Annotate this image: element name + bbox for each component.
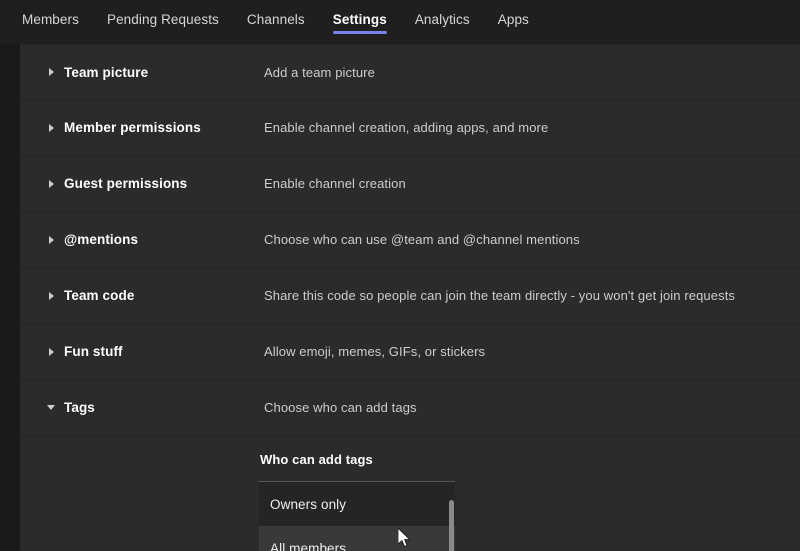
tab-label: Analytics — [414, 12, 470, 27]
tab-apps[interactable]: Apps — [498, 12, 543, 36]
settings-row-member-permissions[interactable]: Member permissions Enable channel creati… — [20, 100, 800, 156]
tab-label: Settings — [332, 12, 387, 27]
tab-channels[interactable]: Channels — [247, 12, 319, 36]
who-can-add-tags-dropdown[interactable]: Owners only All members — [259, 481, 455, 551]
who-can-add-tags-label: Who can add tags — [260, 452, 373, 467]
chevron-right-icon — [38, 179, 64, 188]
settings-row-team-picture[interactable]: Team picture Add a team picture — [20, 44, 800, 100]
chevron-right-icon — [38, 347, 64, 356]
chevron-right-icon — [38, 68, 64, 76]
settings-row-mentions[interactable]: @mentions Choose who can use @team and @… — [20, 212, 800, 268]
settings-panel: Team picture Add a team picture Member p… — [20, 44, 800, 551]
tab-label: Apps — [497, 12, 529, 27]
settings-row-title: Team code — [64, 288, 135, 303]
settings-row-fun-stuff[interactable]: Fun stuff Allow emoji, memes, GIFs, or s… — [20, 324, 800, 380]
tab-analytics[interactable]: Analytics — [415, 12, 484, 36]
settings-row-title: Fun stuff — [64, 344, 123, 359]
tab-settings[interactable]: Settings — [332, 12, 401, 36]
settings-row-team-code[interactable]: Team code Share this code so people can … — [20, 268, 800, 324]
dropdown-option-label: Owners only — [270, 496, 347, 512]
chevron-down-icon — [38, 405, 64, 410]
settings-row-description: Allow emoji, memes, GIFs, or stickers — [264, 344, 486, 359]
dropdown-option-all-members[interactable]: All members — [259, 526, 455, 551]
settings-row-title: Tags — [64, 400, 95, 415]
settings-row-title: Member permissions — [64, 120, 201, 135]
settings-row-title: Team picture — [64, 64, 149, 80]
dropdown-option-label: All members — [270, 540, 347, 551]
settings-row-guest-permissions[interactable]: Guest permissions Enable channel creatio… — [20, 156, 800, 212]
dropdown-scrollbar[interactable] — [449, 500, 454, 551]
tab-label: Pending Requests — [106, 12, 219, 27]
tab-label: Members — [22, 12, 79, 27]
settings-row-description: Share this code so people can join the t… — [264, 288, 736, 303]
dropdown-option-owners-only[interactable]: Owners only — [259, 482, 455, 526]
tab-members[interactable]: Members — [22, 12, 93, 36]
chevron-right-icon — [38, 291, 64, 300]
settings-row-title: @mentions — [64, 232, 139, 247]
settings-row-title: Guest permissions — [64, 176, 188, 191]
settings-row-description: Add a team picture — [264, 64, 375, 80]
tab-pending-requests[interactable]: Pending Requests — [107, 12, 233, 36]
tags-expanded-section: Who can add tags Owners only All members — [20, 436, 800, 551]
team-tab-bar: Members Pending Requests Channels Settin… — [0, 0, 800, 44]
chevron-right-icon — [38, 235, 64, 244]
chevron-right-icon — [38, 123, 64, 132]
active-tab-underline — [332, 31, 387, 34]
tab-label: Channels — [246, 12, 305, 27]
settings-row-description: Choose who can add tags — [264, 400, 417, 415]
settings-row-description: Choose who can use @team and @channel me… — [264, 232, 580, 247]
settings-row-tags[interactable]: Tags Choose who can add tags — [20, 380, 800, 436]
settings-row-description: Enable channel creation, adding apps, an… — [264, 120, 549, 135]
settings-row-description: Enable channel creation — [264, 176, 406, 191]
